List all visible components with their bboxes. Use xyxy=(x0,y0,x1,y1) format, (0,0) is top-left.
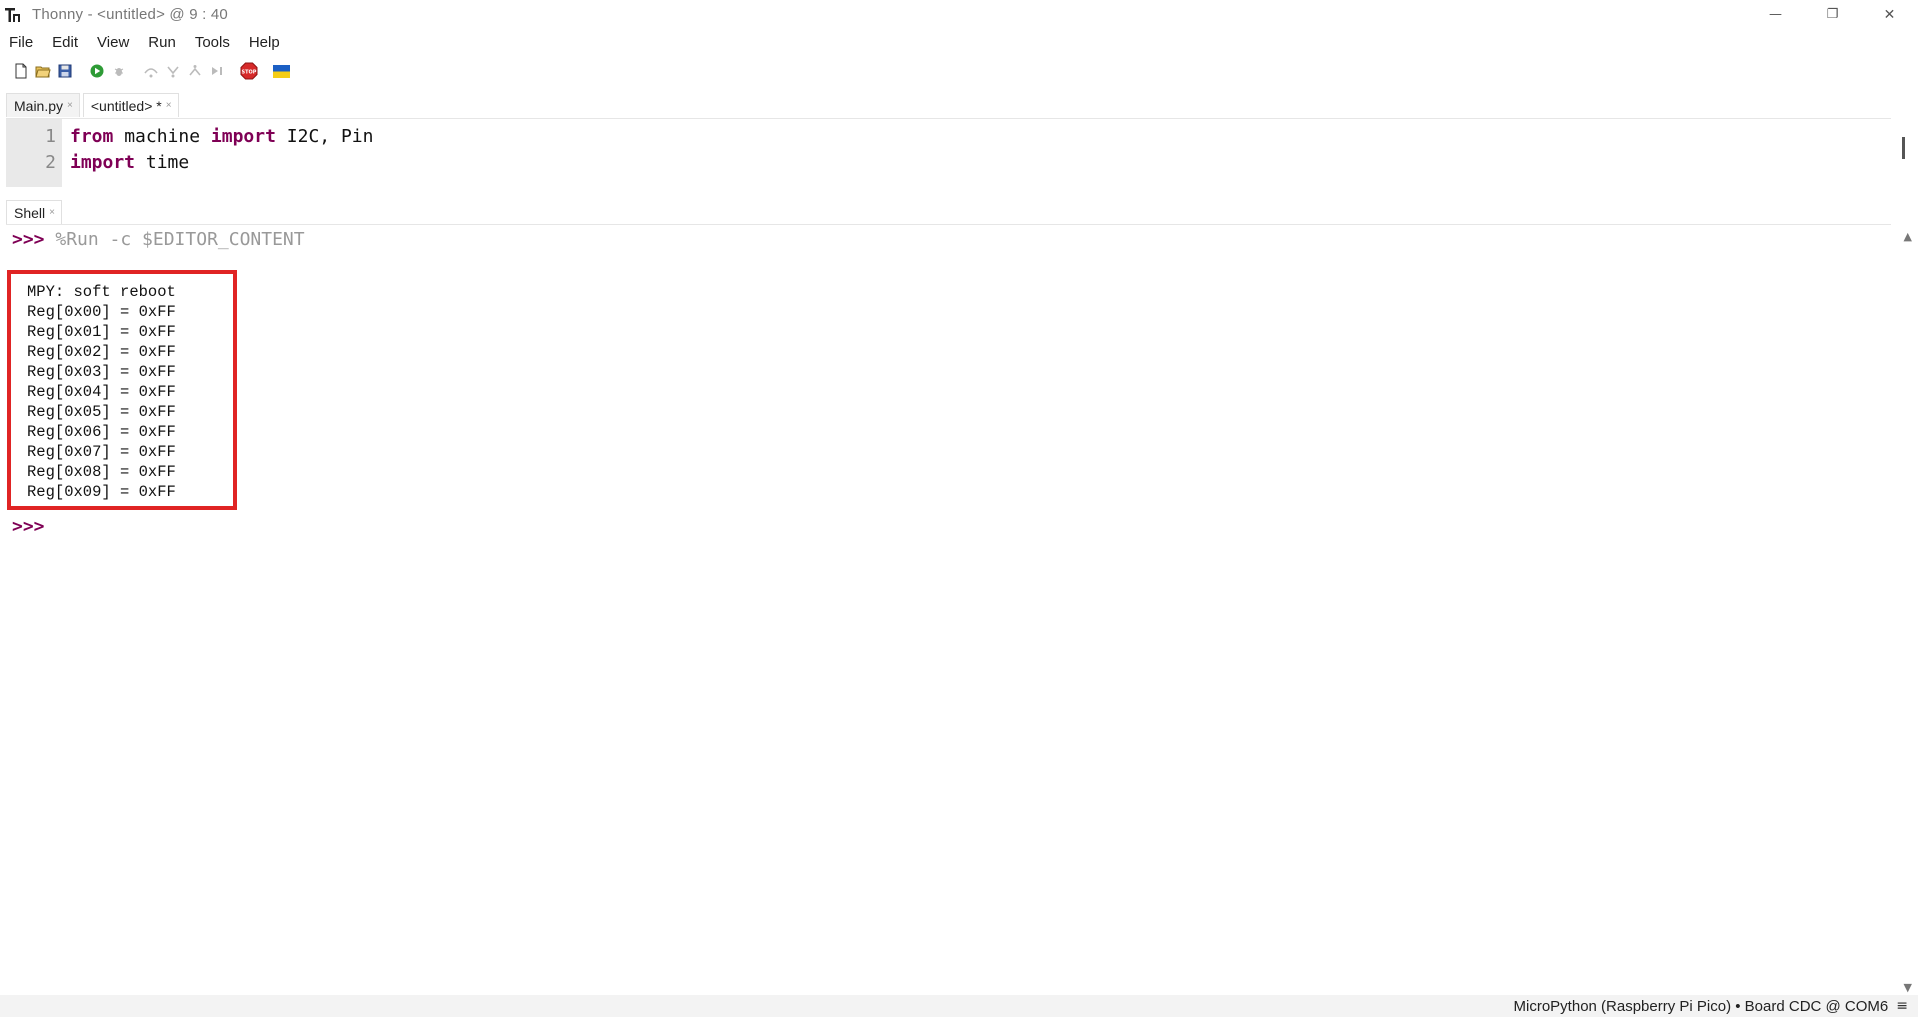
menu-view[interactable]: View xyxy=(97,34,129,51)
shell-prompt: >>> xyxy=(12,516,45,537)
close-icon: ✕ xyxy=(1883,6,1896,23)
new-file-icon[interactable] xyxy=(10,60,32,82)
line-number: 1 xyxy=(45,126,56,147)
title-bar: Thonny - <untitled> @ 9 : 40 — ❐ ✕ xyxy=(0,0,1918,29)
scroll-up-icon[interactable]: ▲ xyxy=(1904,230,1912,243)
restore-button[interactable]: ❐ xyxy=(1804,0,1861,29)
tab-shell[interactable]: Shell × xyxy=(6,200,62,224)
menu-tools[interactable]: Tools xyxy=(195,34,230,51)
resume-icon[interactable] xyxy=(206,60,228,82)
menu-bar: File Edit View Run Tools Help xyxy=(0,29,1918,55)
highlighted-output-box: MPY: soft reboot Reg[0x00] = 0xFF Reg[0x… xyxy=(7,270,237,510)
open-file-icon[interactable] xyxy=(32,60,54,82)
tab-label: <untitled> * xyxy=(90,97,162,114)
status-bar: MicroPython (Raspberry Pi Pico) • Board … xyxy=(0,995,1918,1017)
restore-icon: ❐ xyxy=(1826,7,1839,22)
code-line: from machine import I2C, Pin xyxy=(70,124,373,150)
output-line: Reg[0x09] = 0xFF xyxy=(27,483,176,501)
shell-prompt: >>> xyxy=(12,229,45,250)
window-title: Thonny - <untitled> @ 9 : 40 xyxy=(32,6,228,23)
minimize-button[interactable]: — xyxy=(1747,0,1804,29)
interpreter-status[interactable]: MicroPython (Raspberry Pi Pico) • Board … xyxy=(1514,998,1889,1015)
thonny-logo-icon xyxy=(4,6,22,24)
step-out-icon[interactable] xyxy=(184,60,206,82)
output-line: Reg[0x05] = 0xFF xyxy=(27,403,176,421)
shell-tab-bar: Shell × xyxy=(0,198,65,224)
shell-command: %Run -c $EDITOR_CONTENT xyxy=(44,229,305,250)
output-line: Reg[0x00] = 0xFF xyxy=(27,303,176,321)
output-line: Reg[0x08] = 0xFF xyxy=(27,463,176,481)
tab-main-py[interactable]: Main.py × xyxy=(6,93,80,117)
keyword: import xyxy=(210,126,276,147)
ukraine-flag-icon[interactable] xyxy=(270,60,292,82)
tab-label: Shell xyxy=(14,204,46,221)
code-area[interactable]: from machine import I2C, Pin import time xyxy=(62,119,373,186)
shell-command-line: >>> %Run -c $EDITOR_CONTENT xyxy=(6,225,1891,251)
editor-tab-bar: Main.py × <untitled> * × xyxy=(0,91,182,117)
menu-run[interactable]: Run xyxy=(148,34,176,51)
code-line: import time xyxy=(70,150,373,176)
output-line: Reg[0x06] = 0xFF xyxy=(27,423,176,441)
menu-icon[interactable]: ≡ xyxy=(1896,998,1908,1014)
code-text: machine xyxy=(113,126,211,147)
keyword: import xyxy=(70,152,136,173)
code-text: time xyxy=(135,152,190,173)
close-icon[interactable]: × xyxy=(67,100,73,111)
tab-untitled[interactable]: <untitled> * × xyxy=(82,93,179,117)
close-icon[interactable]: × xyxy=(166,100,172,111)
scroll-down-icon[interactable]: ▼ xyxy=(1904,981,1912,994)
minimize-icon: — xyxy=(1769,7,1782,22)
output-line: Reg[0x04] = 0xFF xyxy=(27,383,176,401)
run-icon[interactable] xyxy=(86,60,108,82)
step-into-icon[interactable] xyxy=(162,60,184,82)
shell-input-line[interactable]: >>> xyxy=(12,514,45,540)
output-line: Reg[0x07] = 0xFF xyxy=(27,443,176,461)
shell-panel[interactable]: >>> %Run -c $EDITOR_CONTENT MPY: soft re… xyxy=(6,224,1912,994)
output-line: Reg[0x01] = 0xFF xyxy=(27,323,176,341)
save-icon[interactable] xyxy=(54,60,76,82)
output-line: MPY: soft reboot xyxy=(27,283,176,301)
menu-edit[interactable]: Edit xyxy=(52,34,78,51)
code-editor[interactable]: 1 2 from machine import I2C, Pin import … xyxy=(6,118,1905,187)
stop-icon[interactable]: STOP xyxy=(238,60,260,82)
close-button[interactable]: ✕ xyxy=(1861,0,1918,29)
line-number: 2 xyxy=(45,152,56,173)
close-icon[interactable]: × xyxy=(49,207,55,218)
code-text: I2C, Pin xyxy=(275,126,374,147)
step-over-icon[interactable] xyxy=(140,60,162,82)
menu-file[interactable]: File xyxy=(9,34,33,51)
keyword: from xyxy=(70,126,114,147)
debug-icon[interactable] xyxy=(108,60,130,82)
editor-scrollbar[interactable] xyxy=(1902,137,1905,159)
line-number-gutter: 1 2 xyxy=(6,119,62,187)
tab-label: Main.py xyxy=(14,97,64,114)
svg-text:STOP: STOP xyxy=(242,70,257,76)
output-line: Reg[0x03] = 0xFF xyxy=(27,363,176,381)
menu-help[interactable]: Help xyxy=(249,34,280,51)
toolbar: STOP xyxy=(0,57,1918,85)
output-line: Reg[0x02] = 0xFF xyxy=(27,343,176,361)
